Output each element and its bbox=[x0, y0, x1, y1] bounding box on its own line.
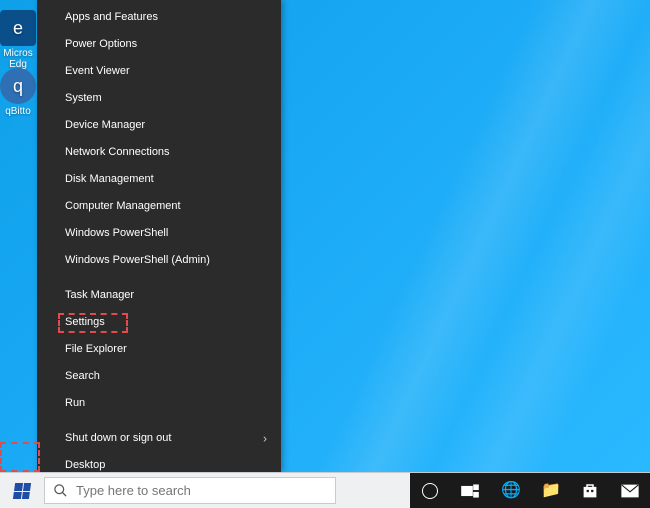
mail-icon bbox=[621, 482, 639, 500]
menu-item-label: Desktop bbox=[65, 459, 105, 471]
taskbar-search[interactable] bbox=[44, 477, 336, 504]
menu-item-search[interactable]: Search bbox=[37, 363, 281, 390]
menu-item-shutdown-signout[interactable]: Shut down or sign out › bbox=[37, 425, 281, 452]
menu-item-network-connections[interactable]: Network Connections bbox=[37, 139, 281, 166]
desktop-icon-edge[interactable]: e Micros Edg bbox=[0, 10, 42, 70]
start-button[interactable] bbox=[0, 473, 44, 508]
edge-icon: 🌐 bbox=[501, 482, 519, 500]
menu-item-device-manager[interactable]: Device Manager bbox=[37, 112, 281, 139]
menu-item-label: Device Manager bbox=[65, 119, 145, 131]
taskbar-edge[interactable]: 🌐 bbox=[490, 473, 530, 508]
menu-item-powershell-admin[interactable]: Windows PowerShell (Admin) bbox=[37, 247, 281, 274]
power-user-menu: Apps and Features Power Options Event Vi… bbox=[37, 0, 281, 472]
menu-item-event-viewer[interactable]: Event Viewer bbox=[37, 58, 281, 85]
menu-item-settings[interactable]: Settings bbox=[37, 309, 281, 336]
menu-item-system[interactable]: System bbox=[37, 85, 281, 112]
desktop[interactable]: e Micros Edg q qBitto Apps and Features … bbox=[0, 0, 650, 508]
menu-item-label: Computer Management bbox=[65, 200, 181, 212]
menu-item-label: Shut down or sign out bbox=[65, 432, 171, 444]
menu-item-label: Event Viewer bbox=[65, 65, 130, 77]
menu-item-powershell[interactable]: Windows PowerShell bbox=[37, 220, 281, 247]
cortana-icon bbox=[422, 483, 438, 499]
menu-item-file-explorer[interactable]: File Explorer bbox=[37, 336, 281, 363]
menu-item-label: File Explorer bbox=[65, 343, 127, 355]
taskbar-spacer bbox=[336, 473, 410, 508]
edge-icon: e bbox=[0, 10, 36, 46]
menu-item-task-manager[interactable]: Task Manager bbox=[37, 282, 281, 309]
menu-item-computer-management[interactable]: Computer Management bbox=[37, 193, 281, 220]
menu-item-power-options[interactable]: Power Options bbox=[37, 31, 281, 58]
chevron-right-icon: › bbox=[263, 425, 267, 452]
taskbar-file-explorer[interactable]: 📁 bbox=[530, 473, 570, 508]
taskbar: 🌐 📁 bbox=[0, 472, 650, 508]
search-icon bbox=[53, 483, 68, 498]
taskbar-task-view[interactable] bbox=[450, 473, 490, 508]
menu-item-apps-features[interactable]: Apps and Features bbox=[37, 4, 281, 31]
menu-item-label: Search bbox=[65, 370, 100, 382]
menu-item-label: Run bbox=[65, 397, 85, 409]
store-icon bbox=[581, 482, 599, 500]
menu-item-label: Network Connections bbox=[65, 146, 170, 158]
menu-item-label: Apps and Features bbox=[65, 11, 158, 23]
desktop-icon-label: Micros Edg bbox=[0, 48, 42, 70]
menu-item-label: Disk Management bbox=[65, 173, 154, 185]
search-input[interactable] bbox=[76, 483, 327, 498]
folder-icon: 📁 bbox=[541, 482, 559, 500]
taskbar-cortana[interactable] bbox=[410, 473, 450, 508]
menu-item-run[interactable]: Run bbox=[37, 390, 281, 417]
taskbar-mail[interactable] bbox=[610, 473, 650, 508]
menu-item-label: Windows PowerShell (Admin) bbox=[65, 254, 210, 266]
menu-item-label: Power Options bbox=[65, 38, 137, 50]
menu-item-label: Settings bbox=[65, 316, 105, 328]
windows-logo-icon bbox=[13, 483, 31, 499]
annotation-highlight-start bbox=[0, 442, 40, 472]
menu-item-disk-management[interactable]: Disk Management bbox=[37, 166, 281, 193]
menu-item-label: System bbox=[65, 92, 102, 104]
desktop-icon-qbittorrent[interactable]: q qBitto bbox=[0, 68, 42, 117]
menu-item-label: Windows PowerShell bbox=[65, 227, 168, 239]
qbittorrent-icon: q bbox=[0, 68, 36, 104]
desktop-icon-label: qBitto bbox=[0, 106, 42, 117]
taskbar-store[interactable] bbox=[570, 473, 610, 508]
menu-item-label: Task Manager bbox=[65, 289, 134, 301]
wallpaper-light bbox=[300, 0, 650, 508]
task-view-icon bbox=[461, 482, 479, 500]
